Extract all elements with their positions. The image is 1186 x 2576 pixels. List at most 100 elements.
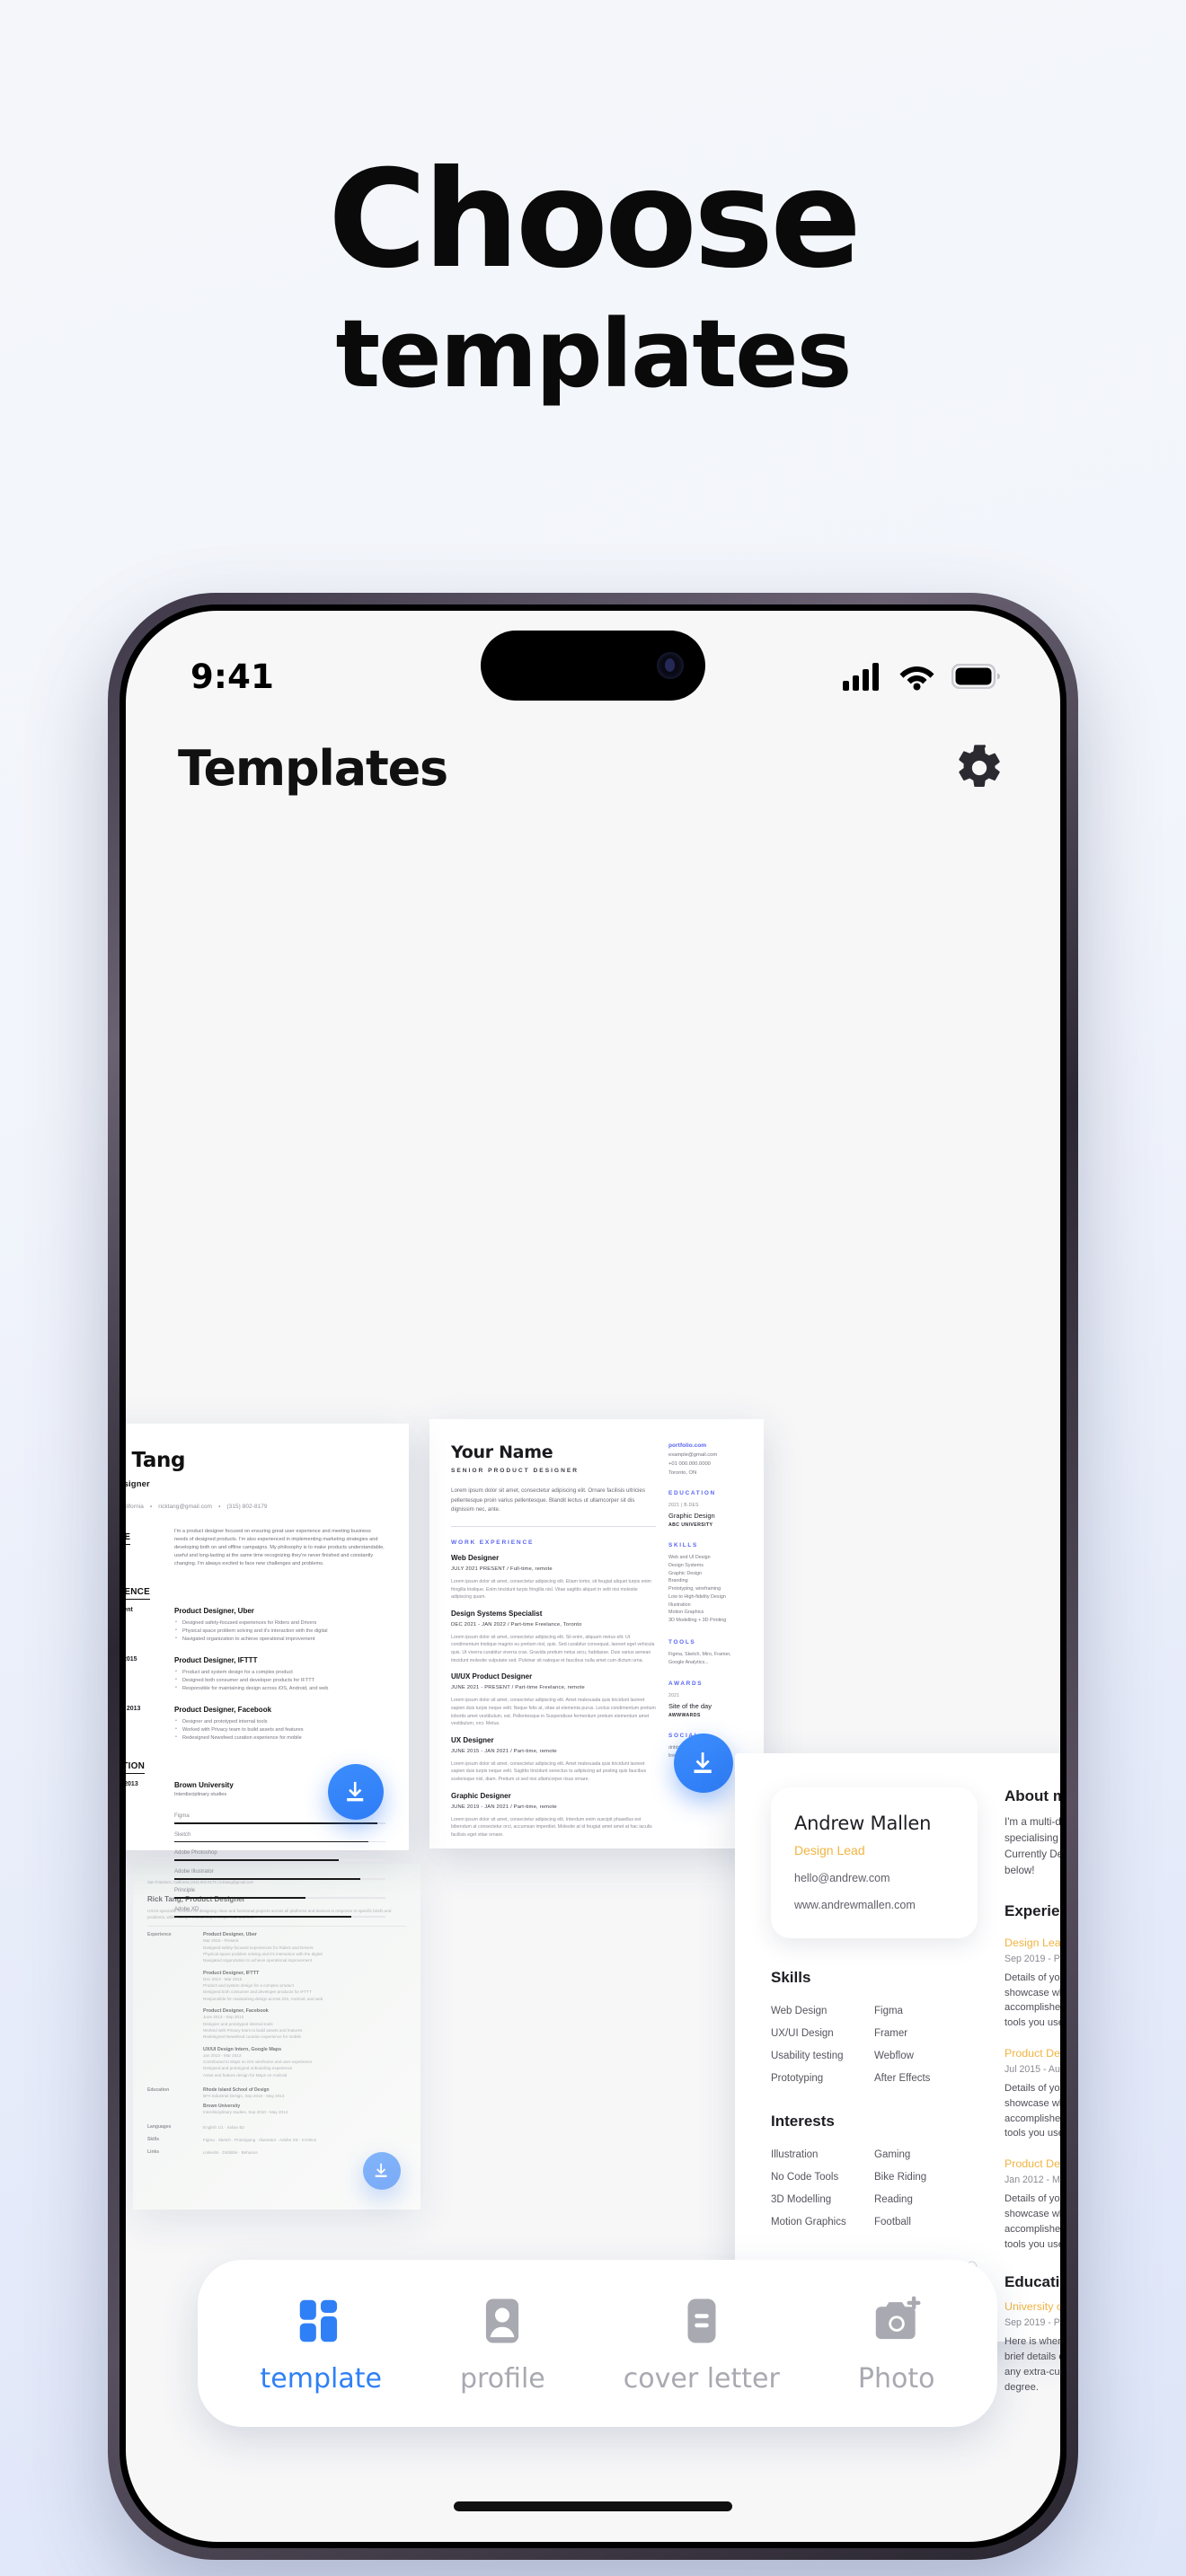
am-interest: Bike Riding — [874, 2171, 927, 2183]
back-job-b3: Navigated organization to achieve operat… — [203, 1958, 313, 1963]
rt-name: Rick Tang — [126, 1449, 186, 1472]
download-icon — [375, 2163, 387, 2177]
yn-edu-year: 2021 | B.DES — [668, 1503, 699, 1508]
download-button-yourname[interactable] — [674, 1734, 733, 1793]
back-edu-date-1: BFA Industrial Design, Sep 2010 - May 20… — [203, 2093, 285, 2098]
rt-job-bullet: Redesigned Newsfeed curation experience … — [174, 1734, 385, 1742]
yn-job-title: UI/UX Product Designer — [451, 1672, 533, 1681]
rt-contact: San Francisco, California▪ricktang@gmail… — [126, 1504, 385, 1510]
front-camera-icon — [657, 652, 684, 679]
back-lang-heading: Languages — [147, 2123, 172, 2130]
back-job4-b1: Contributed to Maps on iOS wireframe and… — [203, 2059, 313, 2064]
rt-job-title: Product Designer, Facebook — [174, 1705, 272, 1714]
rt-job-bullet: Designed safety-focused experiences for … — [174, 1619, 385, 1628]
am-interests-grid: Illustration Gaming No Code Tools Bike R… — [771, 2143, 978, 2233]
rt-experience-heading: 02 EXPERIENCE — [126, 1587, 150, 1601]
rt-skill-bar — [174, 1896, 385, 1899]
am-interest: Football — [874, 2216, 911, 2228]
am-skill: Prototyping — [771, 2072, 824, 2084]
back-job-date: Mar 2015 - Present — [203, 1938, 239, 1944]
home-indicator[interactable] — [454, 2501, 732, 2511]
am-edu-school: University of Technology Sydney — [1005, 2300, 1060, 2314]
yn-job: Graphic Designer JUNE 2019 - JAN 2021 / … — [451, 1792, 656, 1839]
rt-job-bullet: Navigated organization to achieve operat… — [174, 1635, 385, 1644]
document-lines-icon — [687, 2298, 716, 2343]
hero-heading: Choose templates — [0, 0, 1186, 401]
am-skill: Webflow — [874, 2050, 914, 2061]
back-edu-date-2: Interdisciplinary studies, Sep 2010 - Ma… — [203, 2110, 288, 2115]
am-email[interactable]: hello@andrew.com — [794, 1872, 956, 1884]
yn-job-text: Lorem ipsum dolor sit amet, consectetur … — [451, 1634, 655, 1663]
yn-tools-heading: TOOLS — [668, 1638, 696, 1645]
rt-job-date: June 2013 - Sep 2013 — [126, 1705, 141, 1712]
am-interest: Reading — [874, 2193, 913, 2205]
am-job-text: Details of your job experience goes here… — [1005, 2193, 1060, 2250]
back-job3-b1: Designer and prototyped internal tools — [203, 2021, 273, 2026]
yn-job: UX Designer JUNE 2015 - JAN 2021 / Part-… — [451, 1736, 656, 1784]
am-job-title: Design Lead @ Revolution — [1005, 1936, 1060, 1949]
am-skill: After Effects — [874, 2072, 931, 2084]
back-job3-b3: Redesigned Newsfeed curation experience … — [203, 2034, 302, 2040]
back-skills: Figma · Sketch · Prototyping · Illustrat… — [203, 2137, 317, 2142]
template-card-yourname[interactable]: Your Name SENIOR PRODUCT DESIGNER Lorem … — [429, 1419, 764, 1848]
rt-location: San Francisco, California — [126, 1504, 144, 1510]
back-job4-b3: Asset and feature design for Maps on And… — [203, 2072, 288, 2078]
page-title: Templates — [178, 739, 448, 797]
am-skill: Framer — [874, 2027, 908, 2039]
am-about-heading: About me — [1005, 1787, 1060, 1804]
rt-skill-bar — [174, 1859, 385, 1862]
yn-subtitle: SENIOR PRODUCT DESIGNER — [451, 1468, 579, 1474]
yn-award-title: Site of the day — [668, 1702, 712, 1711]
template-card-ricktang[interactable]: Rick Tang Product Designer San Francisco… — [126, 1424, 409, 1918]
template-card-andrew[interactable]: Andrew Mallen Design Lead hello@andrew.c… — [735, 1753, 1060, 2393]
rt-skill-bar — [174, 1822, 385, 1824]
yn-job-meta: JUNE 2015 - JAN 2021 / Part-time, remote — [451, 1748, 557, 1754]
dynamic-island — [481, 631, 705, 701]
wifi-icon — [899, 666, 934, 691]
yn-award-org: AWWWARDS — [668, 1713, 701, 1719]
yn-work-heading: WORK EXPERIENCE — [451, 1539, 535, 1546]
cellular-signal-icon — [843, 663, 879, 691]
rt-skill: Adobe XD — [174, 1907, 385, 1918]
hero-line-2: templates — [335, 299, 852, 409]
tab-label: template — [260, 2362, 382, 2395]
yn-portfolio-link[interactable]: portfolio.com — [668, 1442, 744, 1449]
yn-skill: Graphic Design — [668, 1570, 703, 1576]
tab-profile[interactable]: profile — [460, 2293, 545, 2395]
rt-job-bullet: Designer and prototyped internal tools — [174, 1717, 385, 1726]
yn-skill: Design Systems — [668, 1562, 704, 1568]
download-button-back[interactable] — [363, 2152, 401, 2190]
phone-mockup: 9:41 Templates San Francisco, California… — [108, 593, 1078, 2560]
am-job: Product Designer @ 360degree Jan 2012 - … — [1005, 2157, 1060, 2252]
back-job-b1: Designed safety-focused experiences for … — [203, 1945, 314, 1950]
download-button-ricktang[interactable] — [328, 1764, 384, 1820]
am-edu-text: Here is where you can mention what you s… — [1005, 2336, 1060, 2393]
tab-template[interactable]: template — [261, 2293, 382, 2395]
am-interest: Motion Graphics — [771, 2216, 846, 2228]
tab-photo[interactable]: Photo — [858, 2293, 934, 2395]
rt-skill: Adobe Photoshop — [174, 1850, 385, 1862]
status-icons — [843, 662, 1001, 691]
tab-cover-letter[interactable]: cover letter — [624, 2293, 780, 2395]
hero-line-1: Choose — [328, 142, 862, 298]
rt-role: Product Designer — [126, 1479, 150, 1489]
back-job2-b1: Product and system design for a complex … — [203, 1983, 294, 1989]
am-interest: No Code Tools — [771, 2171, 839, 2183]
yn-job: Design Systems Specialist DEC 2021 - JAN… — [451, 1610, 656, 1665]
back-job3-b2: Worked with Privacy team to build assets… — [203, 2027, 303, 2033]
am-job-text: Details of your job experience goes here… — [1005, 1972, 1060, 2029]
phone-screen: 9:41 Templates San Francisco, California… — [126, 611, 1060, 2542]
am-website[interactable]: www.andrewmallen.com — [794, 1899, 956, 1911]
yn-intro: Lorem ipsum dolor sit amet, consectetur … — [451, 1487, 645, 1513]
yn-job-text: Lorem ipsum dolor sit amet, consectetur … — [451, 1578, 651, 1601]
back-lang: English 1/1 · Italian B2 — [203, 2124, 244, 2130]
status-time: 9:41 — [190, 657, 275, 696]
rt-job-bullet: Responsible for maintaining design acros… — [174, 1684, 385, 1693]
rt-email: ricktang@gmail.com — [158, 1504, 213, 1510]
am-interest: 3D Modelling — [771, 2193, 832, 2205]
gear-icon[interactable] — [954, 743, 1005, 793]
am-job-date: Jan 2012 - Mar 2015 — [1005, 2175, 1060, 2186]
yn-skill: Web and UI Design — [668, 1555, 711, 1560]
rt-job-bullet: Product and system design for a complex … — [174, 1668, 385, 1677]
download-icon — [694, 1751, 712, 1773]
